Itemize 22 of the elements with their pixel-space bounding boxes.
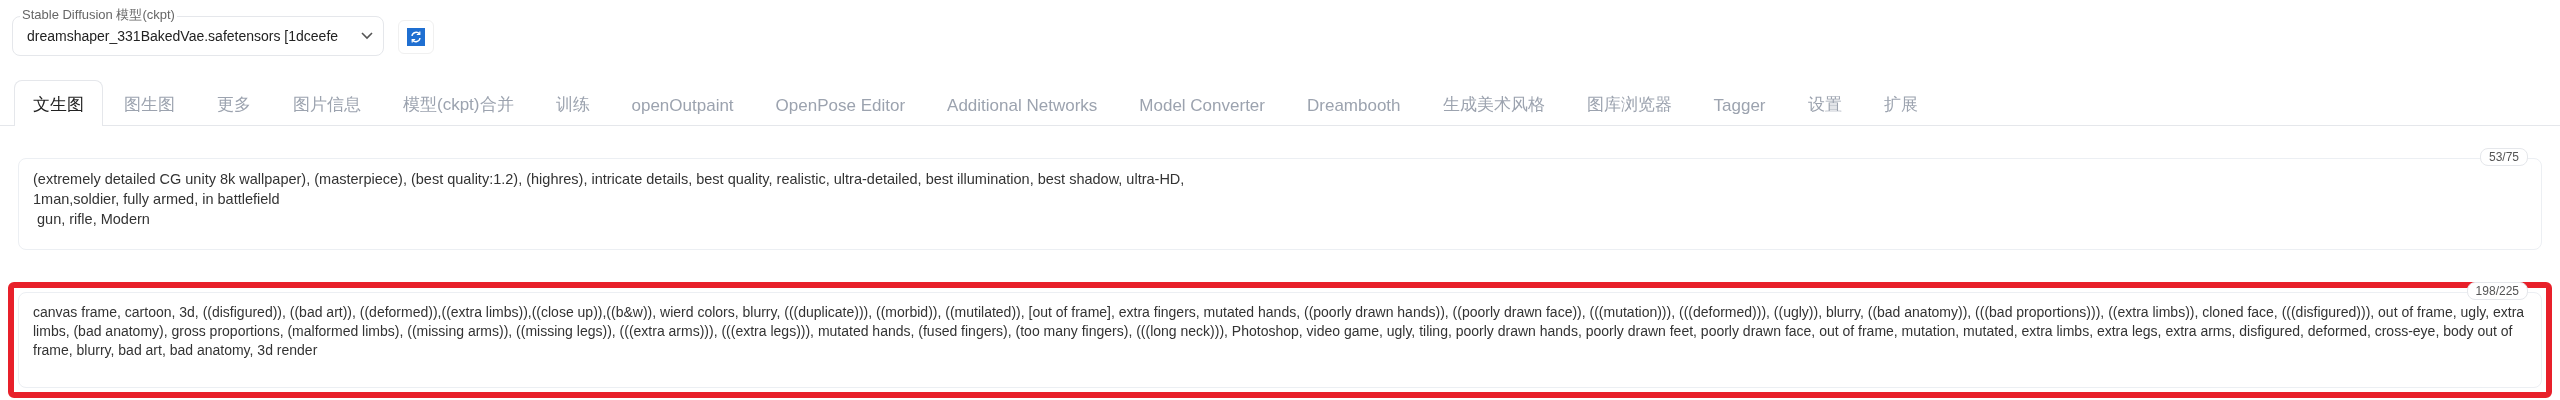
token-counter: 198/225: [2466, 282, 2528, 300]
tab[interactable]: openOutpaint: [610, 85, 755, 126]
tab[interactable]: 生成美术风格: [1421, 82, 1566, 126]
tab[interactable]: 图库浏览器: [1565, 82, 1693, 126]
refresh-button[interactable]: [398, 20, 434, 54]
tab[interactable]: 模型(ckpt)合并: [382, 82, 535, 126]
tab[interactable]: 扩展: [1862, 82, 1939, 126]
refresh-icon: [407, 28, 425, 46]
token-counter: 53/75: [2479, 148, 2528, 166]
tab[interactable]: Model Converter: [1118, 85, 1286, 126]
chevron-icon: [361, 32, 373, 40]
tab[interactable]: OpenPose Editor: [754, 85, 927, 126]
tab[interactable]: 图片信息: [272, 82, 382, 126]
dropdown-label: Stable Diffusion 模型(ckpt): [20, 6, 177, 24]
tab[interactable]: 设置: [1786, 82, 1863, 126]
tab[interactable]: 文生图: [14, 80, 103, 126]
tab[interactable]: Additional Networks: [926, 85, 1119, 126]
tab[interactable]: Tagger: [1692, 85, 1787, 126]
tab[interactable]: 更多: [196, 82, 272, 126]
tab[interactable]: 图生图: [103, 82, 196, 126]
tab[interactable]: 训练: [534, 82, 611, 126]
tab[interactable]: Dreambooth: [1286, 85, 1422, 126]
